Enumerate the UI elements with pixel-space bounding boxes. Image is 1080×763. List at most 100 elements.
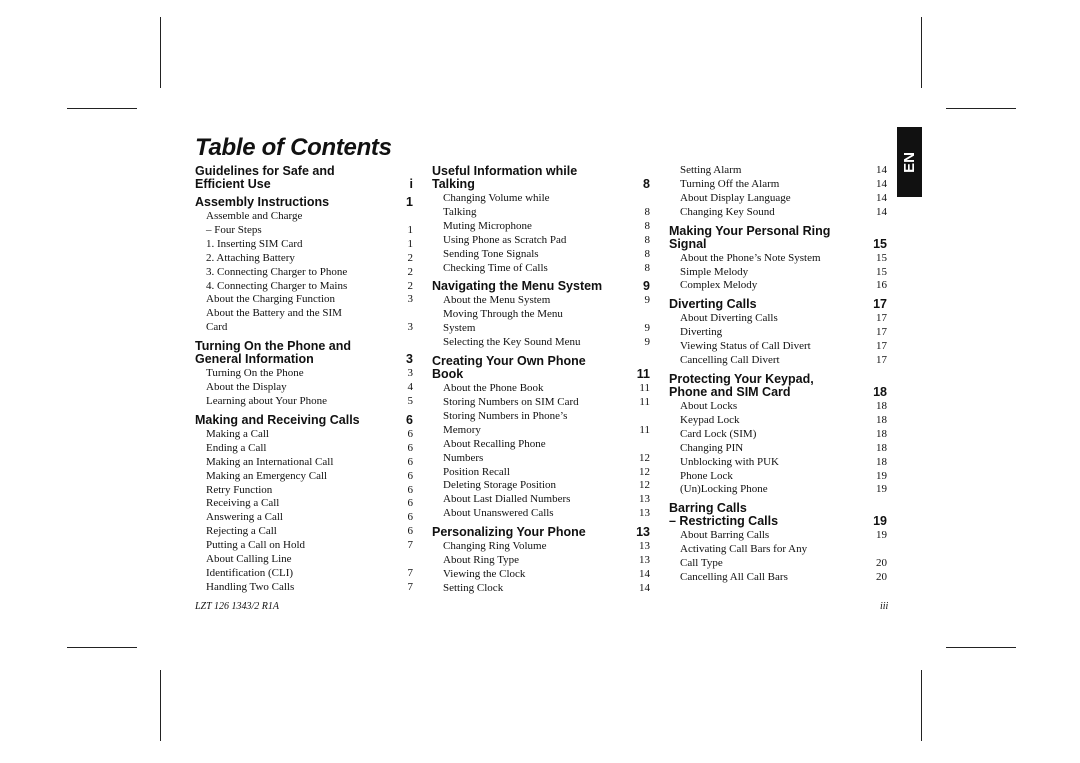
toc-entry-line: Signal (669, 236, 707, 251)
toc-page-number: 9 (643, 279, 650, 294)
toc-entry-line: Storing Numbers in Phone’s (443, 409, 568, 422)
toc-page-number: 14 (639, 567, 650, 580)
toc-section-heading: Personalizing Your Phone 13 (432, 526, 650, 539)
toc-entry-line: Book (432, 367, 464, 382)
toc-section-heading: Making and Receiving Calls 6 (195, 412, 413, 427)
toc-entry: 4. Connecting Charger to Mains 2 (195, 280, 413, 294)
toc-entry: Phone Lock 19 (669, 470, 887, 484)
toc-entry: Viewing the Clock 14 (432, 568, 650, 582)
toc-entry-line: Assemble and Charge (206, 210, 303, 222)
toc-page-number: 7 (407, 566, 414, 579)
toc-entry-title: Simple Melody (680, 266, 748, 280)
toc-entry-line: Navigating the Menu System (432, 279, 603, 294)
toc-page-number: 13 (636, 525, 650, 540)
toc-page-number: 1 (407, 223, 414, 236)
toc-page-number: 2 (407, 251, 414, 264)
toc-entry-line: Selecting the Key Sound Menu (443, 336, 581, 349)
toc-page-number: 19 (876, 483, 887, 496)
crop-mark (921, 670, 922, 741)
toc-entry-title: Muting Microphone (443, 220, 532, 234)
toc-page-number: 13 (639, 507, 650, 520)
toc-page-number: 20 (876, 571, 887, 584)
toc-entry: Selecting the Key Sound Menu 9 (432, 336, 650, 350)
toc-entry-line: Identification (CLI) (206, 566, 294, 579)
toc-entry-title: Turning Off the Alarm (680, 178, 779, 192)
toc-page-number: 6 (407, 511, 414, 524)
toc-entry-line: Talking (432, 177, 475, 191)
toc-entry-line: Phone Lock (680, 469, 733, 482)
toc-entry: Using Phone as Scratch Pad 8 (432, 234, 650, 248)
toc-entry-title: Assembly Instructions (195, 196, 329, 209)
toc-entry: Retry Function 6 (195, 484, 413, 498)
toc-page-number: 17 (876, 326, 887, 339)
toc-entry-line: About Locks (680, 399, 738, 412)
toc-entry-title: Making Your Personal Ring Signal (669, 224, 830, 251)
toc-entry-title: Making a Call (206, 428, 269, 442)
toc-entry-line: About the Display (206, 381, 287, 394)
toc-entry-line: Personalizing Your Phone (432, 525, 586, 540)
toc-entry-title: Using Phone as Scratch Pad (443, 234, 566, 248)
toc-page-number: 18 (876, 441, 887, 454)
toc-entry-title: About the Phone’s Note System (680, 252, 821, 266)
toc-page-number: 9 (644, 294, 651, 307)
toc-entry: 3. Connecting Charger to Phone 2 (195, 266, 413, 280)
toc-entry-title: Keypad Lock (680, 414, 740, 428)
toc-entry-title: Card Lock (SIM) (680, 428, 756, 442)
toc-entry-line: Memory (443, 423, 481, 436)
toc-page-number: 6 (407, 427, 414, 440)
toc-entry: About Locks 18 (669, 400, 887, 414)
toc-entry-title: About the Charging Function (206, 293, 335, 307)
toc-entry-title: Useful Information while Talking (432, 165, 577, 191)
toc-entry-title: Position Recall (443, 466, 510, 480)
toc-entry-line: 4. Connecting Charger to Mains (206, 279, 348, 292)
toc-entry-line: Phone and SIM Card (669, 384, 791, 399)
toc-entry: About Display Language 14 (669, 192, 887, 206)
toc-section-heading: Diverting Calls 17 (669, 298, 887, 311)
toc-entry: 2. Attaching Battery 2 (195, 252, 413, 266)
toc-entry-line: Making and Receiving Calls (195, 412, 360, 427)
toc-page-number: 12 (639, 451, 650, 464)
toc-entry-title: Changing Volume while Talking (443, 192, 550, 220)
toc-page-number: 1 (406, 195, 413, 209)
toc-entry-title: Retry Function (206, 484, 272, 498)
toc-entry: Setting Clock 14 (432, 582, 650, 596)
toc-page-number: 12 (639, 465, 650, 478)
toc-entry-title: Checking Time of Calls (443, 262, 548, 276)
toc-entry: Making an International Call 6 (195, 456, 413, 470)
toc-page-number: 11 (639, 423, 650, 436)
toc-entry-line: About Calling Line (206, 553, 292, 566)
toc-entry-title: Turning On the Phone (206, 367, 304, 381)
toc-section-heading: Useful Information while Talking 8 (432, 165, 650, 191)
toc-page-number: 15 (876, 251, 887, 264)
toc-page-number: 1 (407, 237, 414, 250)
toc-entry: About Unanswered Calls 13 (432, 507, 650, 521)
toc-entry-line: Changing Ring Volume (443, 540, 547, 553)
toc-section-heading: Protecting Your Keypad, Phone and SIM Car… (669, 372, 887, 399)
toc-entry-title: Rejecting a Call (206, 525, 277, 539)
toc-entry-line: Card (206, 321, 228, 334)
toc-entry-line: Retry Function (206, 483, 273, 496)
toc-entry-title: Selecting the Key Sound Menu (443, 336, 580, 350)
toc-page-number: 5 (407, 394, 414, 407)
toc-entry: About Diverting Calls 17 (669, 312, 887, 326)
toc-entry-title: Unblocking with PUK (680, 456, 779, 470)
toc-entry: Cancelling Call Divert 17 (669, 354, 887, 368)
toc-entry-line: Moving Through the Menu (443, 308, 563, 321)
toc-entry: Turning Off the Alarm 14 (669, 178, 887, 192)
toc-entry: About the Phone Book 11 (432, 382, 650, 396)
toc-entry-title: Viewing the Clock (443, 568, 525, 582)
toc-page-number: 17 (876, 312, 887, 325)
toc-page-number: 8 (644, 233, 651, 246)
toc-entry-title: Moving Through the Menu System (443, 308, 563, 336)
toc-entry-line: 2. Attaching Battery (206, 251, 295, 264)
toc-page-number: 8 (644, 205, 651, 218)
toc-entry: Turning On the Phone 3 (195, 367, 413, 381)
toc-page-number: 13 (639, 540, 650, 553)
toc-entry: About the Battery and the SIM Card 3 (195, 307, 413, 335)
toc-page-number: 15 (876, 265, 887, 278)
toc-entry-title: Changing Key Sound (680, 206, 775, 220)
toc-entry-title: About the Menu System (443, 294, 550, 308)
toc-page-number: 18 (876, 413, 887, 426)
toc-entry: About the Phone’s Note System 15 (669, 252, 887, 266)
toc-entry-line: General Information (195, 352, 314, 367)
